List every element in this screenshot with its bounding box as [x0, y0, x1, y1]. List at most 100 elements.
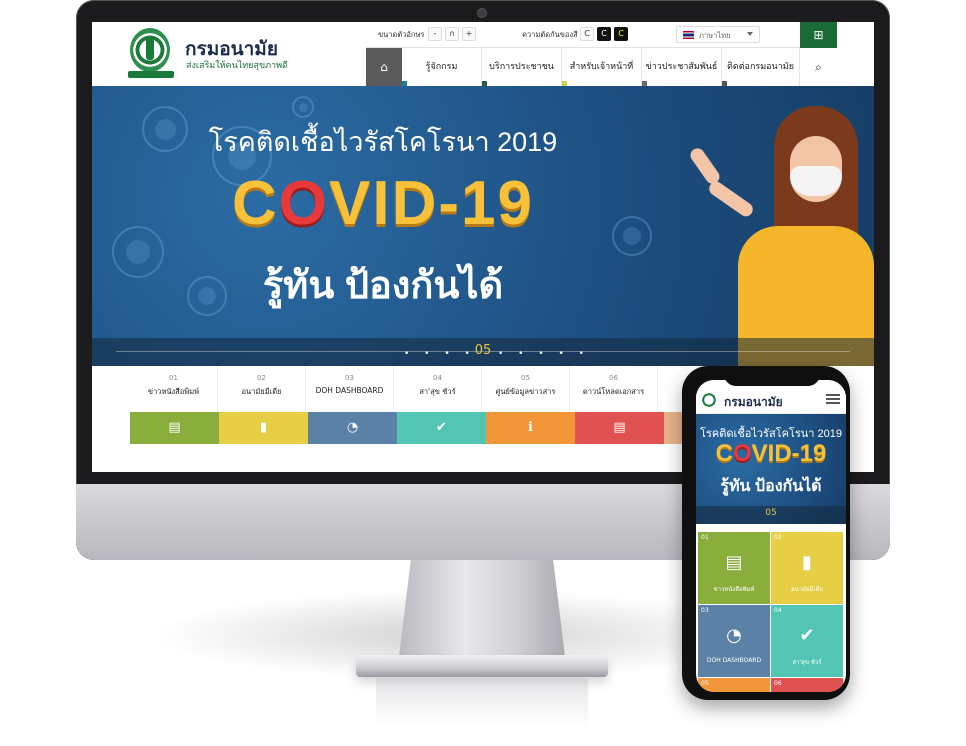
font-increase-button[interactable]: +	[462, 27, 476, 41]
mobile-tile-info[interactable]: 05	[698, 678, 770, 692]
mobile-tile-download[interactable]: 06	[771, 678, 843, 692]
nav-item-label: ข่าวประชาสัมพันธ์	[645, 62, 718, 72]
quick-link-label: ดาวน์โหลดเอกสาร	[582, 387, 645, 396]
check-icon: ✔	[799, 625, 815, 646]
nav-item-staff[interactable]: สำหรับเจ้าหน้าที่	[562, 48, 642, 86]
quick-link-tile-media[interactable]: ▮	[219, 412, 308, 444]
mobile-brand-title[interactable]: กรมอนามัย	[724, 393, 783, 412]
brand-subtitle: ส่งเสริมให้คนไทยสุขภาพดี	[186, 61, 288, 71]
mobile-tile-sure[interactable]: 04 ✔ สา'สุข ชัวร์	[771, 605, 843, 677]
font-decrease-button[interactable]: -	[428, 27, 442, 41]
covid-letter-o: O	[732, 440, 752, 467]
covid-letter-c: C	[715, 440, 733, 467]
tile-label: DOH DASHBOARD	[706, 657, 762, 664]
chevron-down-icon	[747, 32, 753, 36]
mobile-banner-covid-title: COVID-19	[696, 440, 846, 468]
contrast-dark-button[interactable]: C	[597, 27, 611, 41]
quick-link-label: ศูนย์ข้อมูลข่าวสาร	[495, 387, 556, 396]
font-size-label: ขนาดตัวอักษร	[378, 30, 425, 39]
mobile-banner-slogan: รู้ทัน ป้องกันได้	[720, 478, 822, 495]
mobile-quick-links-grid: 01 ▤ ข่าวหนังสือพิมพ์ 02 ▮ อนามัยมีเดีย …	[698, 532, 844, 692]
quick-link-number: 02	[257, 374, 266, 382]
hamburger-menu-icon[interactable]	[826, 394, 840, 404]
virus-decoration	[292, 96, 314, 118]
monitor-stand-neck	[398, 555, 566, 665]
font-normal-button[interactable]: ก	[445, 27, 459, 41]
hero-banner[interactable]: โรคติดเชื้อไวรัสโคโรนา 2019 COVID-19 รู้…	[92, 86, 874, 366]
quick-link-label: สา'สุข ชัวร์	[419, 387, 456, 396]
quick-link-tile-newspaper[interactable]: ▤	[130, 412, 219, 444]
tile-number: 06	[774, 680, 782, 687]
nav-home-button[interactable]: ⌂	[366, 48, 402, 86]
tile-label: สา'สุข ชัวร์	[792, 659, 822, 666]
device-mockup-stage: กรมอนามัย ส่งเสริมให้คนไทยสุขภาพดี ขนาดต…	[0, 0, 966, 746]
quick-link-06[interactable]: 06 ดาวน์โหลดเอกสาร	[570, 366, 658, 412]
slider-control-strip: • • • • 05 • • • • •	[92, 338, 874, 366]
media-file-icon: ▮	[802, 552, 812, 573]
monitor-camera	[478, 9, 486, 17]
mobile-screen: กรมอนามัย โรคติดเชื้อไวรัสโคโรนา 2019 CO…	[696, 380, 846, 692]
quick-link-tile-download[interactable]: ▤	[575, 412, 664, 444]
department-seal-logo[interactable]	[130, 28, 170, 72]
nav-item-public-services[interactable]: บริการประชาชน	[482, 48, 562, 86]
quick-link-number: 06	[609, 374, 618, 382]
nav-item-about[interactable]: รู้จักกรม	[402, 48, 482, 86]
sitemap-icon: ⊞	[813, 28, 824, 42]
nav-item-news[interactable]: ข่าวประชาสัมพันธ์	[642, 48, 722, 86]
quick-link-02[interactable]: 02 อนามัยมีเดีย	[218, 366, 306, 412]
nav-item-contact[interactable]: ติดต่อกรมอนามัย	[722, 48, 800, 86]
covid-rest: VID-19	[329, 169, 534, 238]
monitor-stand-base	[356, 655, 608, 677]
quick-link-04[interactable]: 04 สา'สุข ชัวร์	[394, 366, 482, 412]
contrast-normal-button[interactable]: C	[580, 27, 594, 41]
mobile-tile-newspaper[interactable]: 01 ▤ ข่าวหนังสือพิมพ์	[698, 532, 770, 604]
quick-link-05[interactable]: 05 ศูนย์ข้อมูลข่าวสาร	[482, 366, 570, 412]
seal-caption-band	[128, 71, 174, 78]
mobile-tile-media[interactable]: 02 ▮ อนามัยมีเดีย	[771, 532, 843, 604]
slider-dots-right[interactable]: • • • • •	[498, 349, 590, 359]
banner-headline: โรคติดเชื้อไวรัสโคโรนา 2019	[208, 127, 558, 157]
newspaper-icon: ▤	[725, 552, 743, 573]
banner-slogan: รู้ทัน ป้องกันได้	[262, 265, 504, 307]
tile-number: 04	[774, 607, 782, 614]
covid-rest: VID-19	[751, 440, 827, 467]
quick-link-03[interactable]: 03 DOH DASHBOARD	[306, 366, 394, 412]
quick-link-label: DOH DASHBOARD	[315, 386, 384, 395]
document-icon: ▤	[613, 420, 626, 435]
quick-link-tile-dashboard[interactable]: ◔	[308, 412, 397, 444]
tile-label: ข่าวหนังสือพิมพ์	[713, 586, 755, 593]
search-icon: ⌕	[815, 60, 822, 74]
newspaper-icon: ▤	[168, 420, 181, 435]
media-file-icon: ▮	[259, 420, 268, 435]
quick-link-number: 03	[345, 374, 354, 382]
tile-number: 05	[701, 680, 709, 687]
language-select[interactable]: ภาษาไทย	[676, 26, 760, 43]
quick-link-01[interactable]: 01 ข่าวหนังสือพิมพ์	[130, 366, 218, 412]
mobile-seal-logo[interactable]	[700, 390, 718, 410]
tile-number: 03	[701, 607, 709, 614]
quick-link-number: 04	[433, 374, 442, 382]
pointing-arm	[706, 178, 756, 220]
nav-search-button[interactable]: ⌕	[800, 48, 837, 86]
contrast-label: ความตัดกันของสี	[522, 30, 578, 39]
nav-item-label: ติดต่อกรมอนามัย	[727, 62, 794, 72]
mobile-tile-dashboard[interactable]: 03 ◔ DOH DASHBOARD	[698, 605, 770, 677]
quick-link-tile-sure[interactable]: ✔	[397, 412, 486, 444]
nav-item-label: บริการประชาชน	[489, 62, 554, 72]
phone-notch	[724, 368, 820, 386]
sitemap-button[interactable]: ⊞	[800, 22, 837, 48]
tile-label: อนามัยมีเดีย	[791, 586, 823, 593]
home-icon: ⌂	[380, 60, 388, 74]
mobile-hero-banner[interactable]: โรคติดเชื้อไวรัสโคโรนา 2019 COVID-19 รู้…	[696, 414, 846, 524]
nav-item-label: รู้จักกรม	[425, 62, 458, 72]
covid-letter-o: O	[278, 169, 330, 238]
quick-link-number: 01	[169, 374, 178, 382]
banner-woman-illustration	[687, 106, 874, 366]
contrast-yellow-button[interactable]: C	[614, 27, 628, 41]
quick-link-label: อนามัยมีเดีย	[241, 387, 282, 396]
quick-link-tile-info[interactable]: ℹ	[486, 412, 575, 444]
site-header: กรมอนามัย ส่งเสริมให้คนไทยสุขภาพดี ขนาดต…	[92, 22, 874, 86]
tile-number: 01	[701, 534, 709, 541]
dashboard-gauge-icon: ◔	[346, 420, 359, 435]
slider-current-number: 05	[474, 343, 492, 358]
